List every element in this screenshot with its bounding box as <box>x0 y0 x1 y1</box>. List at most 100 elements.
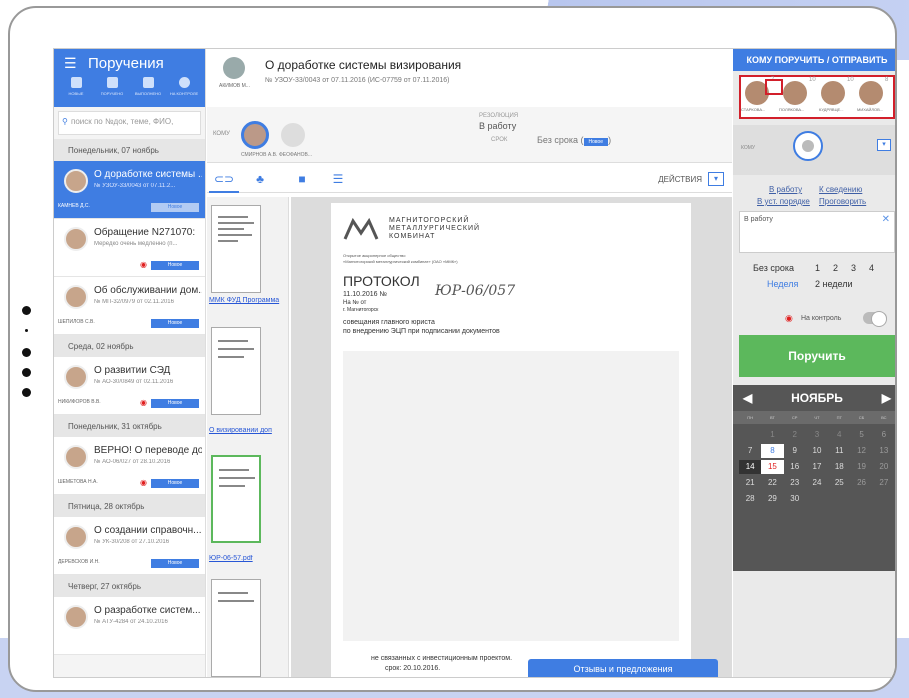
calendar-day[interactable]: 23 <box>784 476 806 490</box>
calendar-day[interactable]: 15 <box>761 460 784 474</box>
term-option[interactable]: 4 <box>869 263 874 273</box>
page-text: совещания главного юриста <box>343 319 435 326</box>
calendar-day[interactable]: 4 <box>828 428 850 442</box>
item-title: Об обслуживании дом... <box>94 285 202 296</box>
person-avatar[interactable] <box>821 81 845 105</box>
close-icon[interactable]: ✕ <box>882 214 890 225</box>
calendar-day[interactable]: 27 <box>873 476 895 490</box>
tab-comments[interactable]: ■ <box>287 167 317 193</box>
link-info[interactable]: К сведению <box>819 185 862 194</box>
list-item[interactable]: О разработке систем... № АТУ-4284 от 24.1… <box>54 597 205 655</box>
calendar-day[interactable]: 25 <box>828 476 850 490</box>
list-item[interactable]: Обращение N271070: Мередко очень медленно… <box>54 219 205 277</box>
assign-button[interactable]: Поручить <box>739 335 895 377</box>
calendar-day[interactable]: 26 <box>850 476 872 490</box>
app-screen: ☰ Поручения НОВЫЕ ПОРУЧЕНО ВЫПОЛНЕНО НА … <box>53 48 895 678</box>
list-item[interactable]: О создании справочн... № УК-30/208 от 27.… <box>54 517 205 575</box>
calendar-day[interactable]: 30 <box>784 492 806 506</box>
calendar-day[interactable]: 2 <box>784 428 806 442</box>
calendar-day[interactable]: 22 <box>761 476 783 490</box>
link-discuss[interactable]: Проговорить <box>819 197 866 206</box>
resolution-textarea[interactable]: В работу ✕ <box>739 211 895 253</box>
tab-hierarchy[interactable]: ♣ <box>245 167 275 193</box>
calendar-day[interactable]: 9 <box>784 444 806 458</box>
tool-done[interactable]: ВЫПОЛНЕНО <box>132 77 164 96</box>
thumbnail-link[interactable]: О визировании доп <box>209 427 289 434</box>
person-count: 10 <box>809 77 816 83</box>
page-text: срок: 20.10.2016. <box>385 665 441 672</box>
feedback-button[interactable]: Отзывы и предложения <box>528 659 718 677</box>
calendar-day[interactable]: 24 <box>806 476 828 490</box>
chevron-left-icon[interactable]: ◀ <box>743 385 752 411</box>
avatar <box>64 525 88 549</box>
calendar-day[interactable]: 16 <box>784 460 806 474</box>
org-line: Открытое акционерное общество <box>343 253 406 258</box>
thumbnail-link[interactable]: ЮР-06-57.pdf <box>209 555 289 562</box>
list-item[interactable]: О развитии СЭД № АО-30/0849 от 02.11.2016… <box>54 357 205 415</box>
calendar-day[interactable]: 11 <box>828 444 850 458</box>
tasks-sidebar: ☰ Поручения НОВЫЕ ПОРУЧЕНО ВЫПОЛНЕНО НА … <box>54 49 206 677</box>
control-toggle[interactable] <box>863 311 887 327</box>
calendar-day[interactable]: 21 <box>739 476 761 490</box>
assignee-avatar[interactable] <box>793 131 823 161</box>
term-option[interactable]: 2 недели <box>815 279 853 289</box>
calendar-day[interactable]: 7 <box>739 444 761 458</box>
search-input[interactable]: ⚲ поиск по №док, теме, ФИО, <box>58 111 201 135</box>
list-item[interactable]: ВЕРНО! О переводе до... № АО-06/027 от 28… <box>54 437 205 495</box>
thumbnail[interactable] <box>211 327 261 415</box>
term-option[interactable]: 1 <box>815 263 820 273</box>
org-line: «Магнитогорский металлургический комбина… <box>343 259 458 264</box>
recipient-avatar[interactable] <box>281 123 305 147</box>
calendar-day[interactable]: 3 <box>806 428 828 442</box>
thumb-line <box>218 234 252 236</box>
item-number: № АТУ-4284 от 24.10.2016 <box>94 619 168 625</box>
calendar-day[interactable]: 13 <box>873 444 895 458</box>
calendar-day[interactable]: 29 <box>761 492 783 506</box>
person-name: КУДРЯВЦЕ... <box>819 107 844 112</box>
thumbnail-selected[interactable] <box>211 455 261 543</box>
actions-label[interactable]: ДЕЙСТВИЯ <box>658 175 702 184</box>
calendar-day[interactable]: 19 <box>850 460 872 474</box>
calendar-day[interactable]: 18 <box>828 460 850 474</box>
term-option-selected[interactable]: Неделя <box>767 279 798 289</box>
document-viewer[interactable]: МАГНИТОГОРСКИЙ МЕТАЛЛУРГИЧЕСКИЙ КОМБИНАТ… <box>291 197 732 677</box>
calendar-day[interactable]: 12 <box>850 444 872 458</box>
chevron-down-icon[interactable]: ▾ <box>877 139 891 151</box>
item-number: № АО-06/027 от 28.10.2016 <box>94 459 171 465</box>
calendar-day[interactable]: 6 <box>873 428 895 442</box>
chevron-down-icon[interactable]: ▾ <box>708 172 724 186</box>
menu-icon[interactable]: ☰ <box>64 55 77 72</box>
person-avatar[interactable] <box>859 81 883 105</box>
link-order[interactable]: В уст. порядке <box>757 197 810 206</box>
assign-header: КОМУ ПОРУЧИТЬ / ОТПРАВИТЬ <box>733 49 895 71</box>
calendar-day[interactable]: 28 <box>739 492 761 506</box>
calendar-day[interactable]: 10 <box>806 444 828 458</box>
tab-list[interactable]: ☰ <box>323 167 353 193</box>
term-option[interactable]: 2 <box>833 263 838 273</box>
list-item[interactable]: Об обслуживании дом... № МП-32/0979 от 02… <box>54 277 205 335</box>
thumbnail-link[interactable]: ММК ФУД Программа <box>209 297 289 304</box>
term-option[interactable]: Без срока <box>753 263 794 273</box>
calendar-day[interactable]: 14 <box>739 460 762 474</box>
tool-control[interactable]: НА КОНТРОЛЕ <box>168 77 200 96</box>
tab-attachments[interactable]: ⊂⊃ <box>209 167 239 193</box>
thumbnail[interactable] <box>211 205 261 293</box>
term-option[interactable]: 3 <box>851 263 856 273</box>
calendar-day[interactable]: 17 <box>806 460 828 474</box>
chevron-right-icon[interactable]: ▶ <box>882 385 891 411</box>
person-avatar[interactable] <box>783 81 807 105</box>
item-author: ШЕПИЛОВ С.В. <box>58 319 95 325</box>
list-item[interactable]: О доработке системы ... № УЗОУ-33/0043 от… <box>54 161 205 219</box>
calendar-day[interactable]: 8 <box>761 444 784 458</box>
thumbnail[interactable] <box>211 579 261 677</box>
link-work[interactable]: В работу <box>769 185 802 194</box>
tool-new[interactable]: НОВЫЕ <box>60 77 92 96</box>
calendar-day[interactable]: 5 <box>850 428 872 442</box>
calendar-day[interactable]: 20 <box>873 460 895 474</box>
sidebar-title: Поручения <box>88 55 164 72</box>
tool-assigned[interactable]: ПОРУЧЕНО <box>96 77 128 96</box>
tablet-dot <box>22 306 31 315</box>
textarea-value: В работу <box>744 216 773 223</box>
calendar-day[interactable]: 1 <box>761 428 783 442</box>
recipient-avatar[interactable] <box>241 121 269 149</box>
